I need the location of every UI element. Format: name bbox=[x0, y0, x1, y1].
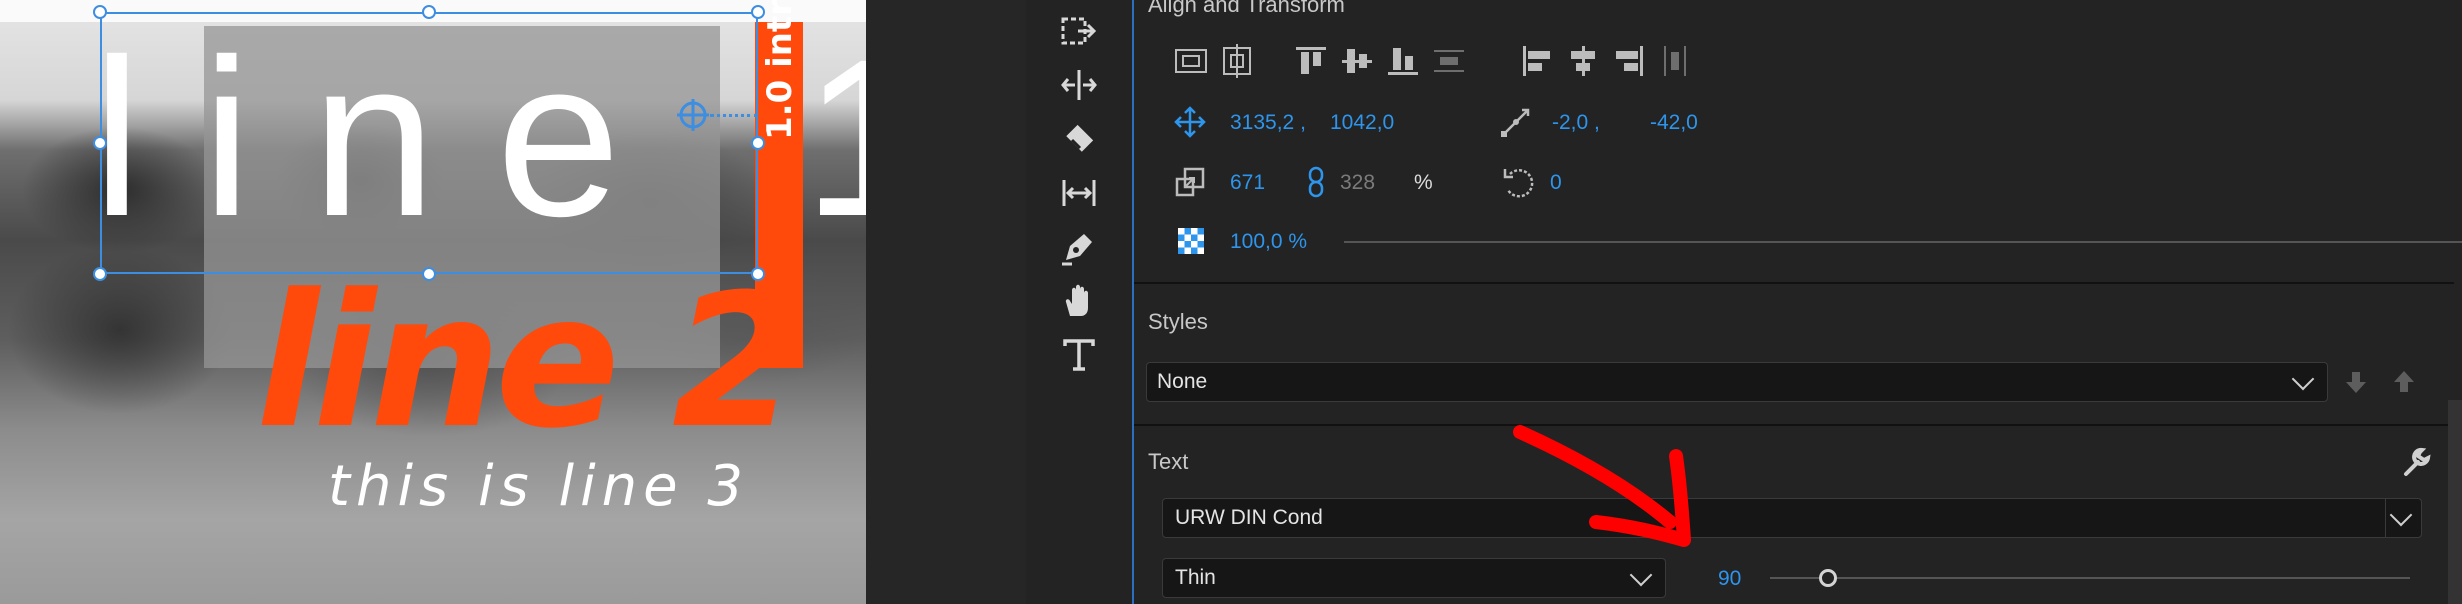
resize-handle-bottom[interactable] bbox=[422, 267, 436, 281]
pen-icon[interactable] bbox=[1056, 224, 1102, 270]
red-arrow-annotation bbox=[1513, 425, 1691, 547]
styles-title: Styles bbox=[1148, 309, 1208, 334]
program-monitor[interactable]: 1.0 intr line 1 line 2 this is line 3 bbox=[0, 0, 866, 604]
tools-panel bbox=[1026, 0, 1132, 604]
font-family-dropdown[interactable]: URW DIN Cond bbox=[1162, 498, 2422, 538]
resize-handle-right[interactable] bbox=[751, 136, 765, 150]
align-bottom-icon[interactable] bbox=[1386, 44, 1420, 78]
text-title: Text bbox=[1148, 449, 1189, 474]
font-style-dropdown[interactable]: Thin bbox=[1162, 558, 1666, 598]
chevron-down-icon bbox=[1629, 563, 1653, 587]
position-x-value[interactable]: 3135,2 , bbox=[1230, 110, 1306, 136]
align-selection-icon[interactable] bbox=[1220, 44, 1254, 78]
scale-height-value[interactable]: 328 bbox=[1340, 170, 1375, 196]
essential-graphics-panel: Align and Transform 3135,2 , 1042,0 -2,0… bbox=[1134, 0, 2462, 604]
anchor-guide-line bbox=[710, 114, 758, 117]
resize-handle-top-right[interactable] bbox=[751, 5, 765, 19]
anchor-x-value[interactable]: -2,0 , bbox=[1552, 110, 1600, 136]
scale-unit-label: % bbox=[1414, 171, 1433, 194]
styles-selected-value: None bbox=[1157, 370, 1208, 393]
title-line-2[interactable]: line 2 bbox=[256, 262, 800, 462]
align-top-icon[interactable] bbox=[1294, 44, 1328, 78]
push-style-up-icon[interactable] bbox=[2390, 368, 2418, 396]
rotation-value[interactable]: 0 bbox=[1550, 170, 1562, 196]
align-left-icon[interactable] bbox=[1520, 44, 1554, 78]
align-frame-icon[interactable] bbox=[1174, 44, 1208, 78]
anchor-point-icon[interactable] bbox=[676, 98, 710, 132]
distribute-horizontal-icon[interactable] bbox=[1658, 44, 1692, 78]
title-line-3[interactable]: this is line 3 bbox=[328, 452, 748, 522]
font-style-value: Thin bbox=[1175, 566, 1216, 589]
resize-handle-bottom-right[interactable] bbox=[751, 267, 765, 281]
chevron-down-icon bbox=[2389, 503, 2413, 527]
font-family-value: URW DIN Cond bbox=[1175, 506, 1323, 529]
scale-icon bbox=[1175, 167, 1205, 197]
align-vcenter-icon[interactable] bbox=[1340, 44, 1374, 78]
wrench-icon[interactable] bbox=[2400, 446, 2432, 478]
resize-handle-top-left[interactable] bbox=[93, 5, 107, 19]
push-style-down-icon[interactable] bbox=[2342, 368, 2370, 396]
track-select-icon[interactable] bbox=[1056, 8, 1102, 54]
anchor-point-icon bbox=[1501, 108, 1530, 137]
type-icon[interactable] bbox=[1056, 332, 1102, 378]
ripple-edit-icon[interactable] bbox=[1056, 62, 1102, 108]
position-icon bbox=[1174, 106, 1206, 138]
anchor-y-value[interactable]: -42,0 bbox=[1650, 110, 1698, 136]
styles-dropdown[interactable]: None bbox=[1146, 362, 2328, 402]
section-divider bbox=[1134, 282, 2454, 284]
selection-bounding-box[interactable] bbox=[100, 12, 758, 274]
font-size-slider-track[interactable] bbox=[1770, 577, 2410, 579]
opacity-slider-track[interactable] bbox=[1344, 241, 2462, 243]
scale-width-value[interactable]: 671 bbox=[1230, 170, 1265, 196]
section-divider bbox=[1134, 424, 2454, 426]
font-size-value[interactable]: 90 bbox=[1718, 566, 1741, 592]
distribute-vertical-icon[interactable] bbox=[1432, 44, 1466, 78]
resize-handle-top[interactable] bbox=[422, 5, 436, 19]
rotation-icon bbox=[1503, 169, 1534, 198]
resize-handle-bottom-left[interactable] bbox=[93, 267, 107, 281]
chevron-down-icon bbox=[2291, 367, 2315, 391]
slip-icon[interactable] bbox=[1056, 170, 1102, 216]
align-transform-title: Align and Transform bbox=[1148, 0, 1345, 17]
razor-icon[interactable] bbox=[1056, 116, 1102, 162]
link-icon[interactable] bbox=[1306, 166, 1326, 198]
dropdown-divider bbox=[2385, 499, 2386, 537]
panel-scrollbar[interactable] bbox=[2448, 400, 2462, 604]
opacity-value[interactable]: 100,0 % bbox=[1230, 229, 1307, 255]
font-size-slider-thumb[interactable] bbox=[1818, 569, 1837, 587]
align-hcenter-icon[interactable] bbox=[1566, 44, 1600, 78]
opacity-icon bbox=[1178, 228, 1204, 254]
position-y-value[interactable]: 1042,0 bbox=[1330, 110, 1394, 136]
resize-handle-left[interactable] bbox=[93, 136, 107, 150]
hand-icon[interactable] bbox=[1056, 278, 1102, 324]
panel-gutter bbox=[866, 0, 1026, 604]
align-right-icon[interactable] bbox=[1612, 44, 1646, 78]
